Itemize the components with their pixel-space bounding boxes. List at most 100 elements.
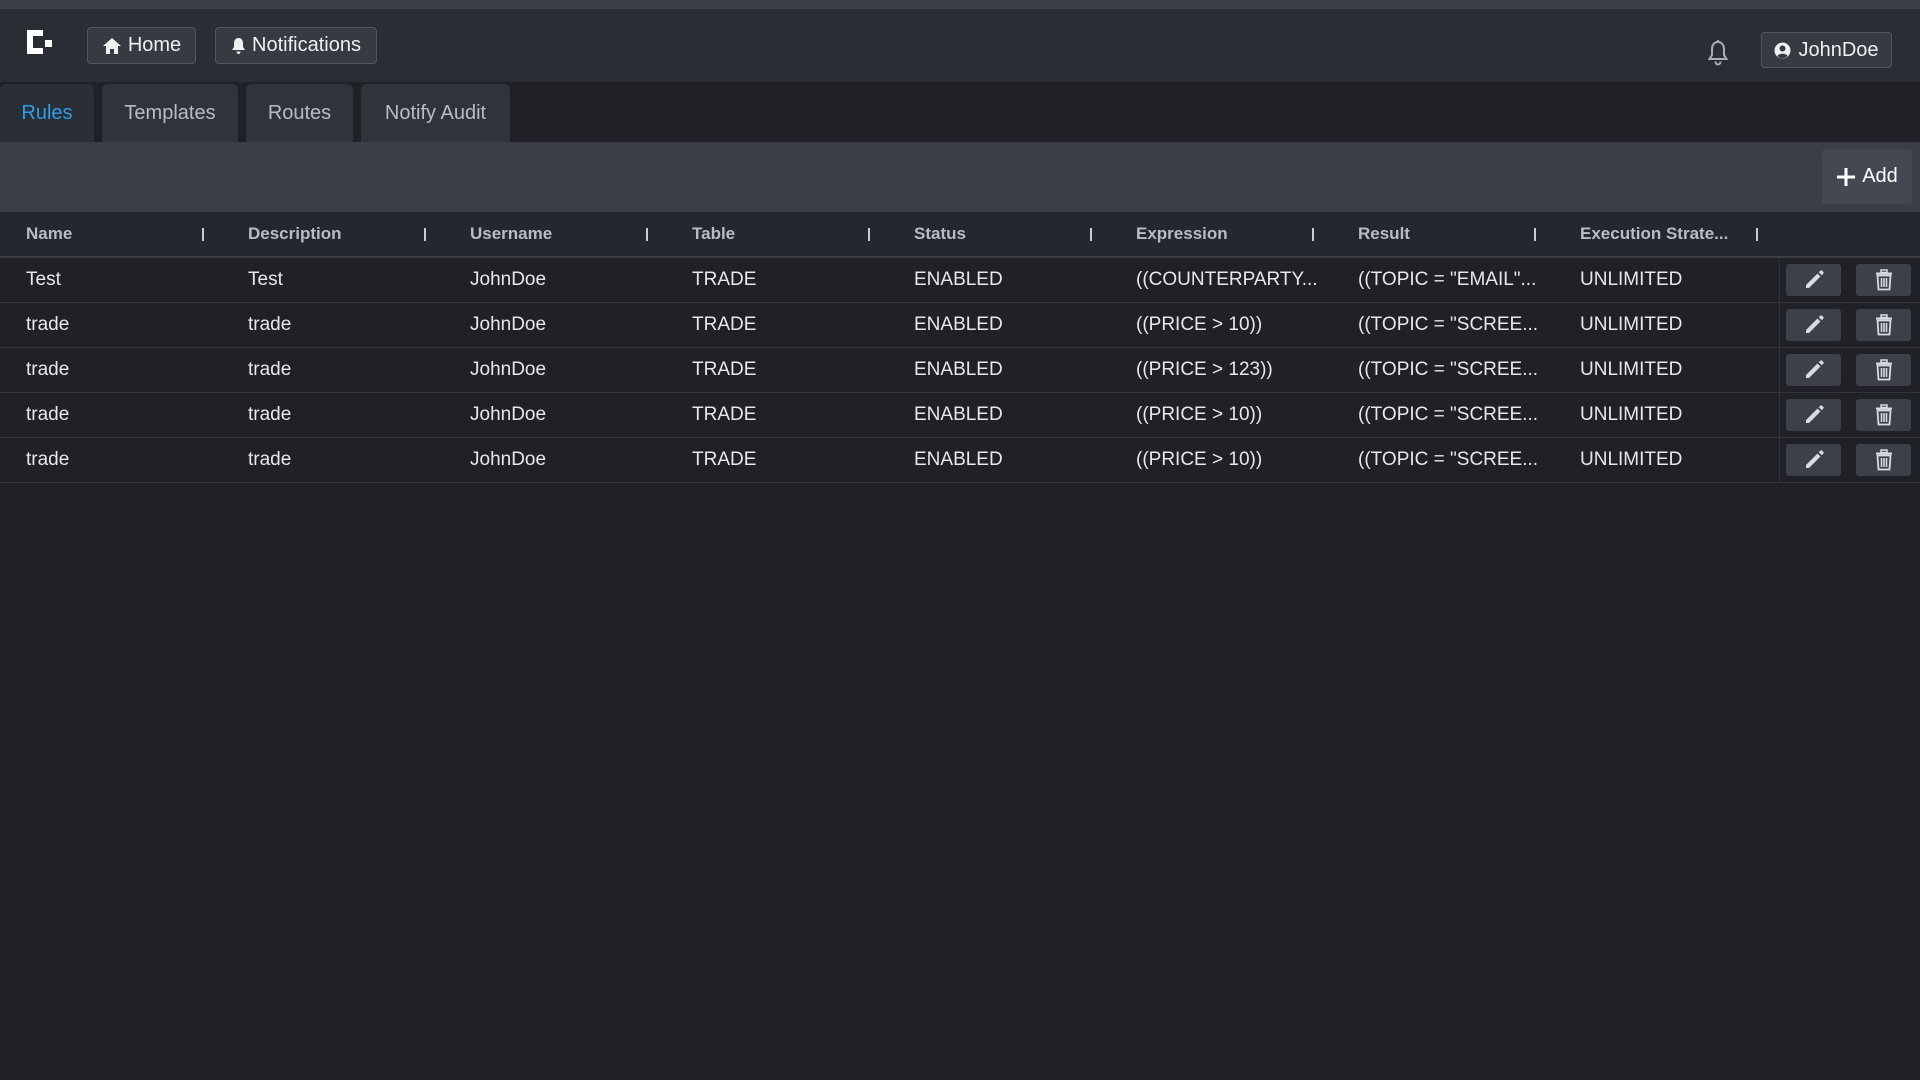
column-header-label: Description xyxy=(248,224,342,243)
cell-table: TRADE xyxy=(692,359,757,380)
edit-button[interactable] xyxy=(1786,354,1841,386)
pencil-icon xyxy=(1805,405,1824,423)
user-menu-button[interactable]: JohnDoe xyxy=(1761,32,1892,68)
delete-button[interactable] xyxy=(1856,444,1911,476)
edit-button[interactable] xyxy=(1786,399,1841,431)
cell-name: trade xyxy=(26,449,70,470)
pencil-icon xyxy=(1805,315,1824,333)
cell-execution-strategy: UNLIMITED xyxy=(1580,449,1683,470)
bell-icon xyxy=(232,37,246,54)
bell-icon[interactable] xyxy=(1705,39,1731,67)
home-button-label: Home xyxy=(127,34,182,56)
trash-icon xyxy=(1875,314,1892,336)
tab-rules[interactable]: Rules xyxy=(0,84,94,142)
column-header-username[interactable]: Username xyxy=(444,212,666,256)
cell-username: JohnDoe xyxy=(470,404,547,425)
notifications-button[interactable]: Notifications xyxy=(215,27,377,64)
cell-execution-strategy: UNLIMITED xyxy=(1580,359,1683,380)
table-row[interactable]: trade trade JohnDoe TRADE ENABLED ((PRIC… xyxy=(0,393,1920,438)
column-header-label: Table xyxy=(692,224,736,243)
cell-username: JohnDoe xyxy=(470,449,547,470)
column-resize-handle[interactable] xyxy=(1756,228,1758,241)
delete-button[interactable] xyxy=(1856,354,1911,386)
add-button[interactable]: Add xyxy=(1822,149,1912,204)
edit-button[interactable] xyxy=(1786,309,1841,341)
cell-table: TRADE xyxy=(692,449,757,470)
add-button-label: Add xyxy=(1862,165,1898,187)
column-resize-handle[interactable] xyxy=(1534,228,1536,241)
cell-expression: ((PRICE > 123)) xyxy=(1136,359,1273,380)
cell-username: JohnDoe xyxy=(470,359,547,380)
column-resize-handle[interactable] xyxy=(646,228,648,241)
trash-icon xyxy=(1875,404,1892,426)
row-actions xyxy=(1779,258,1920,302)
column-header-label: Execution Strate... xyxy=(1580,224,1729,243)
cell-expression: ((COUNTERPARTY... xyxy=(1136,269,1318,290)
tab-bar: Rules Templates Routes Notify Audit xyxy=(0,82,1920,142)
table-row[interactable]: trade trade JohnDoe TRADE ENABLED ((PRIC… xyxy=(0,438,1920,483)
delete-button[interactable] xyxy=(1856,264,1911,296)
cell-result: ((TOPIC = "EMAIL"... xyxy=(1358,269,1537,290)
column-resize-handle[interactable] xyxy=(1312,228,1314,241)
cell-table: TRADE xyxy=(692,314,757,335)
table-row[interactable]: Test Test JohnDoe TRADE ENABLED ((COUNTE… xyxy=(0,258,1920,303)
column-header-label: Result xyxy=(1358,224,1410,243)
home-button[interactable]: Home xyxy=(87,27,196,64)
cell-status: ENABLED xyxy=(914,449,1003,470)
cell-result: ((TOPIC = "SCREE... xyxy=(1358,314,1539,335)
user-name: JohnDoe xyxy=(1798,38,1879,61)
trash-icon xyxy=(1875,269,1892,291)
pencil-icon xyxy=(1805,450,1824,468)
grid-header: Name Description Username Table Status E… xyxy=(0,212,1920,258)
column-header-expression[interactable]: Expression xyxy=(1110,212,1332,256)
cell-expression: ((PRICE > 10)) xyxy=(1136,449,1263,470)
column-header-label: Status xyxy=(914,224,966,243)
cell-status: ENABLED xyxy=(914,269,1003,290)
column-header-status[interactable]: Status xyxy=(888,212,1110,256)
column-header-description[interactable]: Description xyxy=(222,212,444,256)
logo-icon[interactable] xyxy=(24,27,54,57)
cell-result: ((TOPIC = "SCREE... xyxy=(1358,404,1539,425)
notifications-button-label: Notifications xyxy=(252,34,361,56)
cell-status: ENABLED xyxy=(914,359,1003,380)
grid-body: Test Test JohnDoe TRADE ENABLED ((COUNTE… xyxy=(0,258,1920,483)
edit-button[interactable] xyxy=(1786,264,1841,296)
cell-execution-strategy: UNLIMITED xyxy=(1580,269,1683,290)
table-row[interactable]: trade trade JohnDoe TRADE ENABLED ((PRIC… xyxy=(0,303,1920,348)
cell-execution-strategy: UNLIMITED xyxy=(1580,404,1683,425)
column-resize-handle[interactable] xyxy=(424,228,426,241)
plus-icon xyxy=(1837,167,1856,186)
cell-name: trade xyxy=(26,404,70,425)
cell-result: ((TOPIC = "SCREE... xyxy=(1358,359,1539,380)
cell-result: ((TOPIC = "SCREE... xyxy=(1358,449,1539,470)
column-header-execution-strategy[interactable]: Execution Strate... xyxy=(1554,212,1776,256)
column-header-label: Username xyxy=(470,224,553,243)
cell-description: trade xyxy=(248,449,292,470)
home-icon xyxy=(102,37,121,54)
edit-button[interactable] xyxy=(1786,444,1841,476)
delete-button[interactable] xyxy=(1856,399,1911,431)
trash-icon xyxy=(1875,359,1892,381)
table-row[interactable]: trade trade JohnDoe TRADE ENABLED ((PRIC… xyxy=(0,348,1920,393)
column-header-table[interactable]: Table xyxy=(666,212,888,256)
toolbar: Add xyxy=(0,142,1920,212)
cell-table: TRADE xyxy=(692,404,757,425)
column-header-result[interactable]: Result xyxy=(1332,212,1554,256)
cell-name: trade xyxy=(26,314,70,335)
cell-table: TRADE xyxy=(692,269,757,290)
tab-templates[interactable]: Templates xyxy=(102,84,238,142)
cell-description: trade xyxy=(248,314,292,335)
delete-button[interactable] xyxy=(1856,309,1911,341)
row-actions xyxy=(1779,303,1920,347)
user-circle-icon xyxy=(1774,42,1791,58)
tab-routes[interactable]: Routes xyxy=(246,84,353,142)
cell-name: trade xyxy=(26,359,70,380)
tab-notify-audit[interactable]: Notify Audit xyxy=(361,84,510,142)
cell-description: trade xyxy=(248,404,292,425)
pencil-icon xyxy=(1805,360,1824,378)
column-resize-handle[interactable] xyxy=(1090,228,1092,241)
column-resize-handle[interactable] xyxy=(868,228,870,241)
cell-status: ENABLED xyxy=(914,314,1003,335)
column-header-name[interactable]: Name xyxy=(0,212,222,256)
column-resize-handle[interactable] xyxy=(202,228,204,241)
